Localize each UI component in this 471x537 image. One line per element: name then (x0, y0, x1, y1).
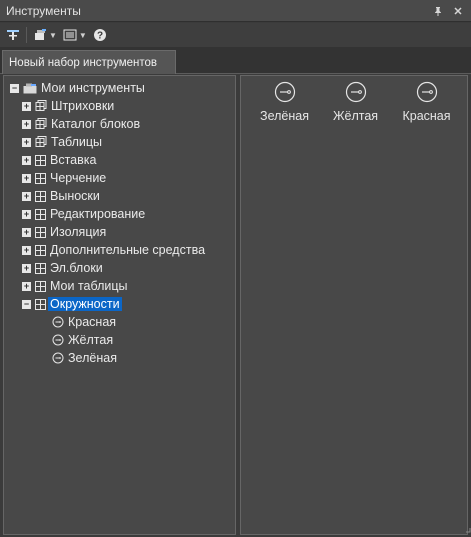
svg-text:?: ? (97, 31, 103, 42)
tree-item-label: Редактирование (50, 207, 146, 221)
collapse-icon[interactable]: − (22, 299, 31, 309)
tree-item[interactable]: + Черчение (10, 169, 205, 187)
expand-icon[interactable]: + (22, 137, 31, 147)
expand-icon[interactable]: + (22, 263, 31, 273)
tool-group-icon (35, 208, 46, 220)
tree-item[interactable]: + Дополнительные средства (10, 241, 205, 259)
tree-child-item[interactable]: Жёлтая (10, 331, 205, 349)
tool-group-icon (35, 226, 46, 238)
expand-icon[interactable]: + (22, 101, 31, 111)
expand-icon[interactable]: + (22, 227, 31, 237)
palette-tool-label: Красная (402, 109, 451, 123)
palette-group-icon (35, 100, 47, 111)
help-icon: ? (93, 29, 106, 42)
palette-tool-label: Жёлтая (332, 109, 379, 123)
palette-tool[interactable]: Красная (391, 81, 462, 123)
chevron-down-icon: ▼ (78, 30, 87, 40)
tool-group-icon (35, 280, 46, 292)
expand-icon[interactable]: + (22, 191, 31, 201)
tree-child-item[interactable]: Красная (10, 313, 205, 331)
tree-item[interactable]: + Штриховки (10, 97, 205, 115)
toolbox-icon (23, 83, 37, 93)
tree-item-label: Изоляция (50, 225, 107, 239)
tree-root-label: Мои инструменты (41, 81, 145, 95)
tree-item-label: Эл.блоки (50, 261, 103, 275)
view-tool-icon (63, 29, 77, 41)
palette-group-icon (35, 118, 47, 129)
tree-child-label: Красная (68, 315, 117, 329)
expand-icon[interactable]: + (22, 281, 31, 291)
tree-item[interactable]: + Изоляция (10, 223, 205, 241)
tool-palette-panel: Зелёная Жёлтая Красная (240, 75, 468, 535)
expand-icon[interactable]: + (22, 209, 31, 219)
expand-icon[interactable]: + (22, 173, 31, 183)
tree-item-label: Окружности (48, 297, 122, 311)
circle-tool-icon (416, 81, 437, 103)
circle-tool-icon (274, 81, 295, 103)
tree-item[interactable]: + Мои таблицы (10, 277, 205, 295)
tool-tree: − Мои инструменты + Штриховки + Каталог бло… (10, 79, 205, 367)
tree-item-label: Штриховки (51, 99, 115, 113)
toolbar: ▼ ▼ ? (0, 23, 471, 47)
window-title: Инструменты (6, 3, 81, 18)
tree-item-label: Мои таблицы (50, 279, 128, 293)
tree-child-label: Зелёная (68, 351, 117, 365)
titlebar: Инструменты (0, 0, 471, 22)
resize-grip-icon[interactable] (466, 528, 471, 533)
circle-tool-icon (345, 81, 366, 103)
tree-root[interactable]: − Мои инструменты (10, 79, 205, 97)
tool-group-icon (35, 154, 46, 166)
palette-group-icon (35, 136, 47, 147)
tree-item-label: Выноски (50, 189, 100, 203)
tree-item-label: Таблицы (51, 135, 103, 149)
tab-new-toolset[interactable]: Новый набор инструментов (2, 50, 176, 74)
tool-group-icon (35, 262, 46, 274)
tree-item-label: Вставка (50, 153, 97, 167)
tree-item[interactable]: + Таблицы (10, 133, 205, 151)
palette-tool[interactable]: Зелёная (249, 81, 320, 123)
tool-group-icon (35, 172, 46, 184)
expand-icon[interactable]: + (22, 119, 31, 129)
palette-tool-button[interactable] (6, 26, 20, 44)
chevron-down-icon: ▼ (49, 30, 57, 40)
view-tool-button[interactable]: ▼ (63, 26, 87, 44)
tree-child-item[interactable]: Зелёная (10, 349, 205, 367)
tree-item-label: Каталог блоков (51, 117, 141, 131)
palette-tool-label: Зелёная (260, 109, 309, 123)
tree-item[interactable]: + Вставка (10, 151, 205, 169)
help-button[interactable]: ? (93, 26, 107, 44)
tree-item[interactable]: + Выноски (10, 187, 205, 205)
tree-child-label: Жёлтая (68, 333, 114, 347)
toolbar-separator (26, 27, 27, 43)
expand-icon[interactable]: + (22, 245, 31, 255)
tree-item[interactable]: + Каталог блоков (10, 115, 205, 133)
tree-item[interactable]: + Эл.блоки (10, 259, 205, 277)
expand-icon[interactable]: + (22, 155, 31, 165)
tree-panel: − Мои инструменты + Штриховки + Каталог бло… (3, 75, 236, 535)
palette-tool[interactable]: Жёлтая (320, 81, 391, 123)
close-icon[interactable] (451, 4, 465, 18)
circle-tool-icon (52, 316, 64, 328)
tool-group-icon (35, 190, 46, 202)
stack-tool-icon (35, 29, 46, 40)
tree-item-label: Черчение (50, 171, 107, 185)
tree-item[interactable]: + Редактирование (10, 205, 205, 223)
tool-group-icon (35, 298, 46, 310)
collapse-icon[interactable]: − (10, 83, 19, 93)
tool-palette: Зелёная Жёлтая Красная (249, 81, 462, 123)
stack-tool-button[interactable]: ▼ (33, 26, 57, 44)
palette-tool-icon (7, 30, 19, 40)
pin-icon[interactable] (431, 4, 445, 18)
circle-tool-icon (52, 334, 64, 346)
tree-item[interactable]: − Окружности (10, 295, 205, 313)
tool-group-icon (35, 244, 46, 256)
tree-item-label: Дополнительные средства (50, 243, 206, 257)
tab-strip: Новый набор инструментов (0, 47, 471, 74)
circle-tool-icon (52, 352, 64, 364)
